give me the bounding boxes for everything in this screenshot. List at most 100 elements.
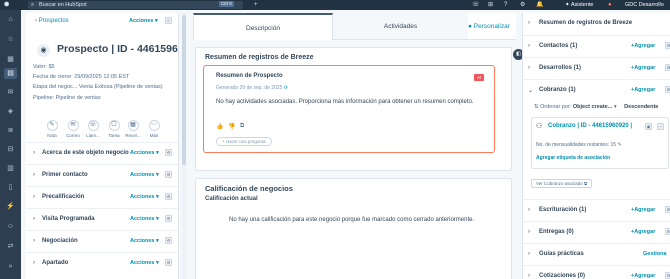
help-icon[interactable]: ? xyxy=(504,1,507,9)
right-section-cotizaciones[interactable]: › Cotizaciones (0) +Agregar ⚙ xyxy=(523,265,670,279)
database-icon[interactable]: ≣ xyxy=(4,125,17,136)
main-sidebar: ⌂ ☆ ▦ ▤ ✉ ◈ ≣ ⊟ ▥ ▯ ⚡ ☺ ⇄ » xyxy=(0,10,21,279)
section-primer-contacto[interactable]: › Primer contacto Acciones ▾ ⚙ xyxy=(26,164,178,186)
qual-subtitle: Calificación actual xyxy=(205,196,258,202)
task-action[interactable]: ☐ Tarea xyxy=(105,120,123,138)
sort-value[interactable]: Object create... xyxy=(573,104,612,110)
commerce-icon[interactable]: ⊟ xyxy=(4,144,17,155)
section-actions-button[interactable]: Acciones ▾ xyxy=(130,216,159,222)
section-visita-programada[interactable]: › Visita Programada Acciones ▾ ⚙ xyxy=(26,208,178,230)
sort-order[interactable]: Descendente xyxy=(624,104,658,110)
add-entrega-button[interactable]: +Agregar xyxy=(631,229,655,235)
section-actions-button[interactable]: Acciones ▾ xyxy=(130,194,159,200)
account-name[interactable]: GDC Desarrollo xyxy=(625,1,664,9)
tab-actividades[interactable]: Actividades xyxy=(333,13,468,40)
home-icon[interactable]: ⌂ xyxy=(4,14,17,25)
right-section-guias[interactable]: › Guías prácticas Gestiona xyxy=(523,243,670,265)
section-actions-button[interactable]: Acciones ▾ xyxy=(130,260,159,266)
ask-question-button[interactable]: + Hacer una pregunta xyxy=(216,137,272,146)
section-actions-button[interactable]: Acciones ▾ xyxy=(130,150,159,156)
view-assoc-label: Ver Cobranzo asociado xyxy=(536,181,583,186)
right-breeze-summary[interactable]: › Resumen de registros de Breeze xyxy=(523,13,670,35)
settings-gear-icon[interactable]: ⚙ xyxy=(665,206,670,213)
settings-gear-icon[interactable]: ⚙ xyxy=(165,149,172,156)
section-precalificacion[interactable]: › Precalificación Acciones ▾ ⚙ xyxy=(26,186,178,208)
section-actions-button[interactable]: Acciones ▾ xyxy=(130,172,159,178)
bookmark-icon[interactable]: ☆ xyxy=(4,34,17,45)
note-action[interactable]: ✎ Nota xyxy=(43,120,61,138)
right-section-escrituracion[interactable]: › Escrituración (1) +Agregar ⚙ xyxy=(523,199,670,221)
users-icon[interactable]: ☺ xyxy=(4,221,17,232)
phone-icon[interactable]: ☏ xyxy=(472,1,480,9)
header-menu-icon[interactable]: ≡ xyxy=(165,17,172,24)
section-apartado[interactable]: › Apartado Acciones ▾ ⚙ xyxy=(26,252,178,274)
settings-gear-icon[interactable]: ⚙ xyxy=(165,215,172,222)
add-association-label-link[interactable]: Agregar etiqueta de asociación xyxy=(536,155,610,161)
global-search-input[interactable]: ⌕ Buscar en HubSpot xyxy=(28,1,243,9)
meeting-action[interactable]: ▦ Reuni... xyxy=(124,120,142,138)
copy-icon[interactable]: ⧉ xyxy=(240,123,244,130)
tab-descripcion[interactable]: Descripción xyxy=(193,13,333,40)
section-acerca[interactable]: › Acerca de este objeto negocio Acciones ▾… xyxy=(26,142,178,164)
header-actions-button[interactable]: Acciones ▾ xyxy=(129,18,158,24)
add-cobranzo-button[interactable]: +Agregar xyxy=(631,87,655,93)
cobranzo-record-link[interactable]: Cobranzo | ID - 44615960920 | xyxy=(548,123,632,129)
marketplace-icon[interactable]: ⊞ xyxy=(488,1,493,9)
add-desarrollo-button[interactable]: +Agregar xyxy=(631,65,655,71)
section-actions-button[interactable]: Acciones ▾ xyxy=(130,238,159,244)
section-negociacion[interactable]: › Negociación Acciones ▾ ⚙ xyxy=(26,230,178,252)
view-associated-cobranzo-button[interactable]: Ver Cobranzo asociado ⧉ xyxy=(531,179,593,188)
settings-gear-icon[interactable]: ⚙ xyxy=(165,237,172,244)
back-to-prospectos-link[interactable]: ‹ Prospectos xyxy=(35,18,69,24)
more-action[interactable]: ⋯ Más xyxy=(145,120,163,138)
workflow-icon[interactable]: ⇄ xyxy=(4,241,17,252)
more-options-icon[interactable]: ⋯ xyxy=(657,123,664,130)
settings-gear-icon[interactable]: ⚙ xyxy=(520,1,525,9)
record-right-panel: › Resumen de registros de Breeze › Contact… xyxy=(522,13,670,279)
edit-pencil-icon[interactable]: ✎ xyxy=(617,142,621,148)
megaphone-icon[interactable]: ◈ xyxy=(4,106,17,117)
settings-gear-icon[interactable]: ⚙ xyxy=(665,272,670,279)
settings-gear-icon[interactable]: ⚙ xyxy=(165,193,172,200)
call-action[interactable]: ☏ Llam... xyxy=(84,120,102,138)
reports-icon[interactable]: ▥ xyxy=(4,163,17,174)
refresh-icon[interactable]: ⟳ xyxy=(284,85,288,91)
settings-gear-icon[interactable]: ⚙ xyxy=(165,259,172,266)
inbox-icon[interactable]: ✉ xyxy=(4,87,17,98)
add-escrituracion-button[interactable]: +Agregar xyxy=(631,207,655,213)
sort-row[interactable]: ⇅ Ordenar por: Object create... ▾ Descen… xyxy=(534,104,658,110)
settings-gear-icon[interactable]: ⚙ xyxy=(665,42,670,49)
crm-records-icon[interactable]: ▤ xyxy=(4,68,17,79)
expand-sidebar-icon[interactable]: » xyxy=(4,261,17,272)
email-action[interactable]: ✉ Correo xyxy=(64,120,82,138)
right-section-cobranzo[interactable]: ⌄ Cobranzo (1) +Agregar ⚙ xyxy=(523,79,670,101)
settings-gear-icon[interactable]: ⚙ xyxy=(665,228,670,235)
library-icon[interactable]: ▯ xyxy=(4,182,17,193)
automation-icon[interactable]: ⚡ xyxy=(4,201,17,212)
right-section-desarrollos[interactable]: › Desarrollos (1) +Agregar ⚙ xyxy=(523,57,670,79)
right-section-entregas[interactable]: › Entregas (0) +Agregar ⚙ xyxy=(523,221,670,243)
grid-icon[interactable]: ▦ xyxy=(4,54,17,65)
settings-gear-icon[interactable]: ⚙ xyxy=(665,64,670,71)
settings-gear-icon[interactable]: ⚙ xyxy=(165,171,172,178)
cobranzo-card: ⚇ Cobranzo | ID - 44615960920 | ◉ ⋯ No. … xyxy=(531,117,669,169)
thumbs-up-icon[interactable]: 👍 xyxy=(216,123,223,130)
add-cotizacion-button[interactable]: +Agregar xyxy=(631,273,655,279)
left-panel-header: ‹ Prospectos Acciones ▾ ≡ xyxy=(26,13,178,31)
right-section-contactos[interactable]: › Contactos (1) +Agregar ⚙ xyxy=(523,35,670,57)
manage-guides-button[interactable]: Gestiona xyxy=(643,251,667,257)
notifications-bell-icon[interactable]: 🔔 xyxy=(536,1,543,9)
account-avatar-icon[interactable]: ● xyxy=(608,1,612,9)
section-title: Negociación xyxy=(42,238,78,244)
hubspot-logo-icon[interactable]: ⬢ xyxy=(4,1,9,9)
assistant-button[interactable]: ✦ Asistente xyxy=(565,1,593,9)
preview-eye-icon[interactable]: ◉ xyxy=(645,123,652,130)
create-plus-icon[interactable]: + xyxy=(254,1,258,9)
tab-personalizar[interactable]: ● Personalizar xyxy=(468,13,516,40)
chevron-right-icon: › xyxy=(33,260,35,266)
scrollbar-thumb[interactable] xyxy=(182,15,186,165)
left-panel-scrollbar[interactable] xyxy=(182,13,186,279)
add-contact-button[interactable]: +Agregar xyxy=(631,43,655,49)
thumbs-down-icon[interactable]: 👎 xyxy=(228,123,235,130)
settings-gear-icon[interactable]: ⚙ xyxy=(665,86,670,93)
